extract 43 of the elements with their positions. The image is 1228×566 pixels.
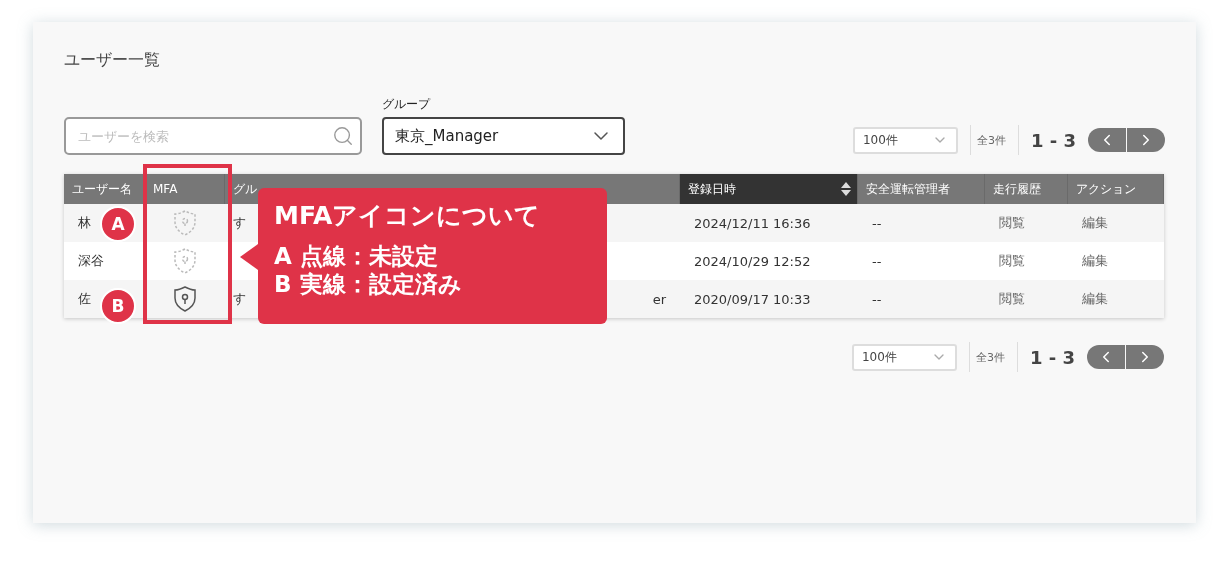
group-select[interactable]: 東京_Manager	[382, 117, 625, 155]
table-cell: --	[872, 291, 882, 307]
column-header[interactable]: 走行履歴	[993, 180, 1041, 198]
page-title: ユーザー一覧	[64, 50, 161, 71]
history-link[interactable]: 閲覧	[999, 252, 1025, 270]
callout-title: MFAアイコンについて	[274, 200, 542, 232]
table-cell: --	[872, 215, 882, 231]
table-cell: 2024/10/29 12:52	[694, 253, 811, 269]
page-range: 1 - 3	[1030, 129, 1076, 151]
total-count: 全3件	[976, 132, 1006, 148]
table-cell: --	[872, 253, 882, 269]
edit-link[interactable]: 編集	[1082, 252, 1108, 270]
callout-text: B 実線：設定済み	[274, 270, 463, 298]
table-cell: 深谷	[78, 252, 104, 270]
column-header[interactable]: グル	[233, 180, 257, 198]
column-header[interactable]: ユーザー名	[72, 180, 132, 198]
group-label: グループ	[382, 96, 432, 113]
column-header[interactable]: 安全運転管理者	[866, 180, 950, 198]
previous-page-button[interactable]	[1087, 345, 1125, 369]
per-page-select[interactable]: 100件	[852, 126, 958, 154]
page-range: 1 - 3	[1029, 346, 1075, 368]
table-cell: す	[233, 214, 246, 232]
previous-page-button[interactable]	[1088, 128, 1126, 152]
table-cell: er	[652, 291, 666, 307]
per-page-select[interactable]: 100件	[851, 343, 957, 371]
table-cell: 佐	[78, 290, 91, 308]
table-cell: す	[233, 290, 246, 308]
history-link[interactable]: 閲覧	[999, 290, 1025, 308]
table-cell: 2020/09/17 10:33	[694, 291, 811, 307]
column-header[interactable]: アクション	[1076, 180, 1136, 198]
edit-link[interactable]: 編集	[1082, 290, 1108, 308]
sort-icon	[841, 182, 851, 196]
column-header[interactable]: 登録日時	[688, 180, 736, 198]
history-link[interactable]: 閲覧	[999, 214, 1025, 232]
next-page-button[interactable]	[1126, 345, 1164, 369]
next-page-button[interactable]	[1127, 128, 1165, 152]
callout-text: A 点線：未設定	[274, 242, 439, 270]
column-header[interactable]: MFA	[153, 182, 178, 196]
edit-link[interactable]: 編集	[1082, 214, 1108, 232]
table-cell: 2024/12/11 16:36	[694, 215, 811, 231]
search-icon	[332, 125, 354, 147]
table-cell: 林	[78, 214, 91, 232]
total-count: 全3件	[975, 349, 1005, 365]
